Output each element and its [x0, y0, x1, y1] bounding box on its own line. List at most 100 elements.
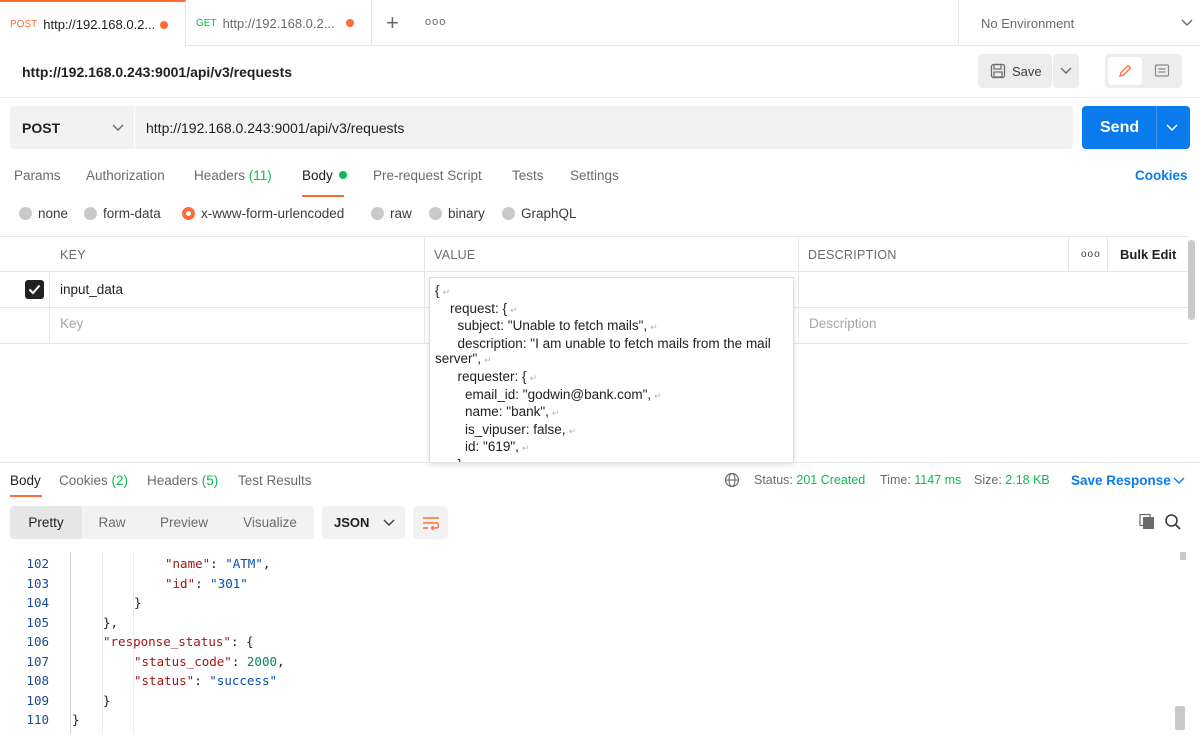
size-label: Size: — [974, 473, 1002, 487]
response-tab-body[interactable]: Body — [10, 473, 41, 488]
chevron-down-icon[interactable] — [1173, 476, 1185, 486]
json-key: "status" — [134, 673, 195, 689]
code-line: 104} — [0, 593, 1175, 613]
key-input[interactable]: Key — [60, 316, 83, 331]
radio-indicator — [502, 207, 515, 220]
checkmark-icon — [28, 284, 41, 295]
tab-headers[interactable]: Headers (11) — [194, 168, 272, 183]
ellipsis-icon[interactable]: ooo — [425, 16, 446, 28]
send-divider — [1156, 106, 1157, 149]
row-enabled-checkbox[interactable] — [25, 280, 44, 299]
save-button[interactable]: Save — [978, 54, 1052, 88]
description-input[interactable]: Description — [809, 316, 877, 331]
response-divider — [0, 462, 1200, 463]
plus-icon[interactable]: + — [386, 10, 399, 36]
return-icon: ↵ — [510, 304, 518, 315]
tab-authorization[interactable]: Authorization — [86, 168, 165, 183]
radio-none[interactable]: none — [19, 206, 68, 221]
radio-binary[interactable]: binary — [429, 206, 485, 221]
radio-label: x-www-form-urlencoded — [201, 206, 345, 221]
tab-params[interactable]: Params — [14, 168, 61, 183]
value-editor-text: name: "bank", — [435, 404, 549, 420]
value-editor[interactable]: {↵ request: {↵ subject: "Unable to fetch… — [429, 277, 794, 463]
comment-icon — [1154, 64, 1170, 77]
json-value: { — [246, 634, 254, 650]
tab-settings[interactable]: Settings — [570, 168, 619, 183]
line-number: 110 — [26, 712, 49, 728]
line-number: 103 — [26, 575, 49, 591]
code-line: 109} — [0, 691, 1175, 711]
column-header-value: VALUE — [434, 247, 476, 262]
tab-tests[interactable]: Tests — [512, 168, 544, 183]
comment-mode-button[interactable] — [1146, 57, 1178, 85]
json-key: "name" — [165, 556, 211, 572]
tab-method: GET — [196, 17, 217, 29]
radio-graphql[interactable]: GraphQL — [502, 206, 577, 221]
json-value: "success" — [209, 673, 278, 689]
json-key: "status_code" — [134, 653, 232, 669]
param-key-cell[interactable]: input_data — [60, 282, 123, 297]
request-title[interactable]: http://192.168.0.243:9001/api/v3/request… — [22, 64, 292, 80]
view-visualize-button[interactable]: Visualize — [226, 506, 314, 539]
code-line: 108 "status": "success" — [0, 671, 1175, 691]
tab-method: POST — [10, 18, 38, 30]
status-info: Status: 201 Created — [754, 473, 865, 487]
line-number: 108 — [26, 673, 49, 689]
url-input[interactable]: http://192.168.0.243:9001/api/v3/request… — [135, 106, 1073, 149]
wrap-lines-button[interactable] — [413, 506, 448, 539]
active-tab-underline — [10, 495, 42, 497]
tab-get-request[interactable]: GET http://192.168.0.2... — [186, 0, 372, 46]
code-punct: , — [262, 556, 271, 572]
view-preview-button[interactable]: Preview — [146, 506, 222, 539]
copy-icon[interactable] — [1138, 513, 1156, 531]
table-scrollbar[interactable] — [1188, 240, 1195, 320]
edit-mode-button[interactable] — [1108, 57, 1142, 85]
send-options-chevron-icon[interactable] — [1166, 123, 1178, 133]
response-tab-cookies[interactable]: Cookies (2) — [59, 473, 128, 488]
bulk-edit-button[interactable]: Bulk Edit — [1120, 237, 1176, 272]
body-indicator-dot — [339, 171, 347, 179]
tab-title: http://192.168.0.2... — [222, 15, 335, 31]
radio-label: form-data — [103, 206, 161, 221]
globe-icon[interactable] — [724, 472, 740, 488]
search-icon[interactable] — [1164, 513, 1182, 531]
radio-form-data[interactable]: form-data — [84, 206, 161, 221]
column-divider — [424, 237, 425, 344]
value-editor-line: description: "I am unable to fetch mails… — [435, 336, 788, 352]
active-tab-underline — [302, 195, 344, 197]
radio-urlencoded[interactable]: x-www-form-urlencoded — [182, 206, 344, 221]
tab-post-request[interactable]: POST http://192.168.0.2... — [0, 0, 186, 46]
code-text: } — [134, 595, 142, 610]
radio-indicator — [19, 207, 32, 220]
column-options-icon[interactable]: ooo — [1081, 237, 1101, 272]
save-label: Save — [1012, 63, 1042, 79]
return-icon: ↵ — [484, 355, 492, 366]
tab-body[interactable]: Body — [302, 168, 333, 183]
save-response-button[interactable]: Save Response — [1071, 473, 1171, 488]
value-editor-line: email_id: "godwin@bank.com", ↵ — [435, 387, 788, 405]
format-selector[interactable]: JSON — [322, 506, 405, 539]
tab-prerequest-script[interactable]: Pre-request Script — [373, 168, 482, 183]
response-tab-headers[interactable]: Headers (5) — [147, 473, 218, 488]
return-icon: ↵ — [650, 322, 658, 333]
radio-label: binary — [448, 206, 485, 221]
code-text: } — [72, 712, 80, 727]
response-tab-test-results[interactable]: Test Results — [238, 473, 312, 488]
view-raw-button[interactable]: Raw — [82, 506, 142, 539]
tab-label: Headers — [147, 473, 199, 488]
view-pretty-button[interactable]: Pretty — [10, 506, 82, 539]
method-selector[interactable]: POST — [10, 106, 134, 149]
save-icon — [990, 63, 1006, 79]
value-editor-line: {↵ — [435, 283, 788, 301]
radio-raw[interactable]: raw — [371, 206, 412, 221]
time-info: Time: 1147 ms — [880, 473, 961, 487]
editor-scrollbar[interactable] — [1175, 706, 1185, 730]
method-label: POST — [22, 119, 61, 136]
environment-selector[interactable]: No Environment — [958, 0, 1200, 46]
column-divider — [49, 272, 50, 344]
response-body-editor[interactable]: 102 "name": "ATM", 103 "id": "301" 104} 105},… — [0, 552, 1175, 734]
save-options-button[interactable] — [1053, 54, 1079, 88]
cookies-link[interactable]: Cookies — [1135, 168, 1188, 183]
radio-indicator — [429, 207, 442, 220]
unsaved-dot-icon — [346, 19, 354, 27]
